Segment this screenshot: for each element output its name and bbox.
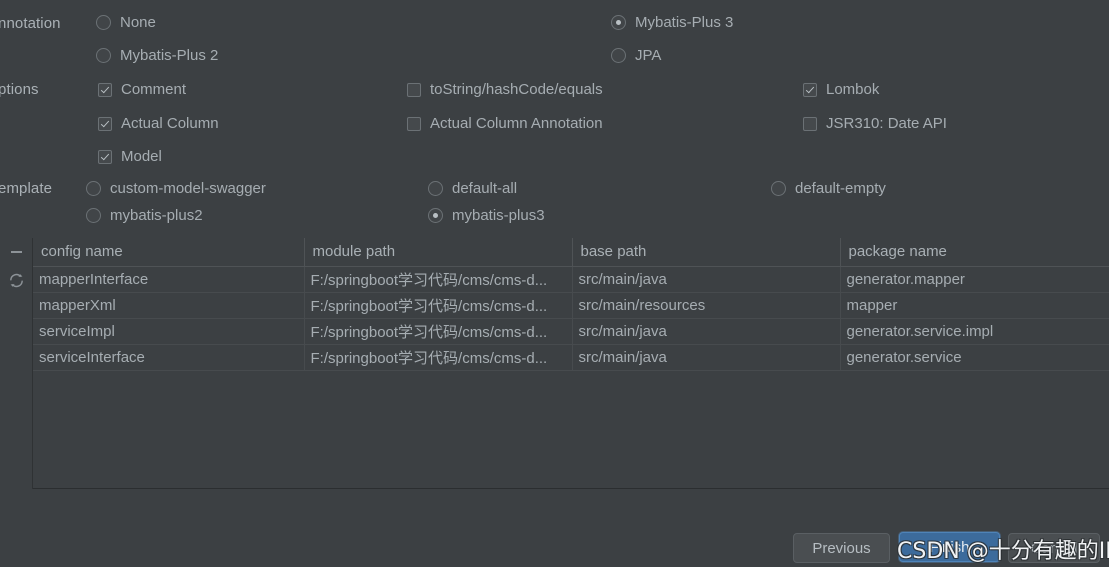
cell-base-path[interactable]: src/main/java <box>572 344 841 371</box>
dialog-window: nnotation ptions emplate None Mybatis-Pl… <box>0 0 1109 567</box>
remove-config-button[interactable] <box>0 238 33 266</box>
checkbox-icon[interactable] <box>407 116 421 131</box>
checkbox-label: Model <box>121 148 162 165</box>
dialog-footer: Previous Finish Cancel <box>0 489 1109 567</box>
cell-package-name[interactable]: generator.service.impl <box>840 318 1109 345</box>
refresh-icon <box>10 273 23 287</box>
section-label-options: ptions <box>0 81 39 98</box>
radio-template-default-all[interactable]: default-all <box>428 181 517 196</box>
checkbox-label: Actual Column <box>121 115 219 132</box>
checkbox-actual-column[interactable]: Actual Column <box>98 116 219 131</box>
radio-icon[interactable] <box>86 181 101 196</box>
radio-annotation-mybatis-plus-3[interactable]: Mybatis-Plus 3 <box>611 15 733 30</box>
table-row[interactable]: serviceInterface F:/springboot学习代码/cms/c… <box>33 344 1109 371</box>
cell-package-name[interactable]: mapper <box>840 292 1109 319</box>
radio-template-mybatis-plus3[interactable]: mybatis-plus3 <box>428 208 545 223</box>
cell-module-path[interactable]: F:/springboot学习代码/cms/cms-d... <box>304 318 573 345</box>
section-label-annotation: nnotation <box>0 15 61 32</box>
checkbox-label: Lombok <box>826 81 880 98</box>
radio-label: custom-model-swagger <box>110 180 266 197</box>
checkbox-icon[interactable] <box>407 82 421 97</box>
cell-base-path[interactable]: src/main/java <box>572 266 841 293</box>
section-label-template: emplate <box>0 180 53 197</box>
checkbox-jsr310-date-api[interactable]: JSR310: Date API <box>803 116 947 131</box>
table-row[interactable]: mapperXml F:/springboot学习代码/cms/cms-d...… <box>33 292 1109 319</box>
radio-annotation-mybatis-plus-2[interactable]: Mybatis-Plus 2 <box>96 48 218 63</box>
config-table[interactable]: config name module path base path packag… <box>33 238 1109 489</box>
column-header-config-name[interactable]: config name <box>33 238 305 267</box>
checkbox-icon-checked[interactable] <box>98 149 112 164</box>
radio-icon[interactable] <box>96 48 111 63</box>
cell-base-path[interactable]: src/main/java <box>572 318 841 345</box>
radio-icon-selected[interactable] <box>428 208 443 223</box>
checkbox-icon-checked[interactable] <box>98 116 112 131</box>
cell-module-path[interactable]: F:/springboot学习代码/cms/cms-d... <box>304 266 573 293</box>
radio-annotation-none[interactable]: None <box>96 15 156 30</box>
radio-label: Mybatis-Plus 2 <box>120 47 219 64</box>
column-header-package-name[interactable]: package name <box>840 238 1109 267</box>
cancel-button[interactable]: Cancel <box>1008 533 1100 563</box>
cell-config-name[interactable]: serviceInterface <box>33 344 305 371</box>
checkbox-label: JSR310: Date API <box>826 115 947 132</box>
checkbox-label: toString/hashCode/equals <box>430 81 603 98</box>
column-header-module-path[interactable]: module path <box>304 238 573 267</box>
cell-module-path[interactable]: F:/springboot学习代码/cms/cms-d... <box>304 344 573 371</box>
radio-label: default-empty <box>795 180 886 197</box>
radio-label: default-all <box>452 180 518 197</box>
radio-icon[interactable] <box>96 15 111 30</box>
cell-config-name[interactable]: mapperXml <box>33 292 305 319</box>
cell-config-name[interactable]: mapperInterface <box>33 266 305 293</box>
table-toolbar <box>0 238 33 489</box>
cell-module-path[interactable]: F:/springboot学习代码/cms/cms-d... <box>304 292 573 319</box>
table-row[interactable]: mapperInterface F:/springboot学习代码/cms/cm… <box>33 266 1109 293</box>
checkbox-actual-column-annotation[interactable]: Actual Column Annotation <box>407 116 603 131</box>
checkbox-lombok[interactable]: Lombok <box>803 82 879 97</box>
cell-package-name[interactable]: generator.service <box>840 344 1109 371</box>
cell-config-name[interactable]: serviceImpl <box>33 318 305 345</box>
checkbox-icon-checked[interactable] <box>803 82 817 97</box>
radio-template-default-empty[interactable]: default-empty <box>771 181 886 196</box>
config-table-panel: config name module path base path packag… <box>0 238 1109 489</box>
radio-icon-selected[interactable] <box>611 15 626 30</box>
table-header-row: config name module path base path packag… <box>33 238 1109 267</box>
radio-annotation-jpa[interactable]: JPA <box>611 48 661 63</box>
radio-label: None <box>120 14 156 31</box>
radio-icon[interactable] <box>428 181 443 196</box>
radio-label: JPA <box>635 47 662 64</box>
radio-icon[interactable] <box>611 48 626 63</box>
checkbox-icon[interactable] <box>803 116 817 131</box>
checkbox-label: Actual Column Annotation <box>430 115 603 132</box>
checkbox-tostring-hashcode-equals[interactable]: toString/hashCode/equals <box>407 82 603 97</box>
radio-icon[interactable] <box>771 181 786 196</box>
radio-label: mybatis-plus2 <box>110 207 203 224</box>
checkbox-model[interactable]: Model <box>98 149 162 164</box>
radio-label: Mybatis-Plus 3 <box>635 14 734 31</box>
checkbox-comment[interactable]: Comment <box>98 82 186 97</box>
column-header-base-path[interactable]: base path <box>572 238 841 267</box>
cell-package-name[interactable]: generator.mapper <box>840 266 1109 293</box>
minus-icon <box>11 251 22 253</box>
radio-template-custom-model-swagger[interactable]: custom-model-swagger <box>86 181 266 196</box>
checkbox-label: Comment <box>121 81 187 98</box>
radio-label: mybatis-plus3 <box>452 207 545 224</box>
cell-base-path[interactable]: src/main/resources <box>572 292 841 319</box>
radio-template-mybatis-plus2[interactable]: mybatis-plus2 <box>86 208 203 223</box>
radio-icon[interactable] <box>86 208 101 223</box>
table-row[interactable]: serviceImpl F:/springboot学习代码/cms/cms-d.… <box>33 318 1109 345</box>
checkbox-icon-checked[interactable] <box>98 82 112 97</box>
previous-button[interactable]: Previous <box>793 533 890 563</box>
reset-config-button[interactable] <box>0 266 33 294</box>
finish-button[interactable]: Finish <box>899 532 1000 562</box>
